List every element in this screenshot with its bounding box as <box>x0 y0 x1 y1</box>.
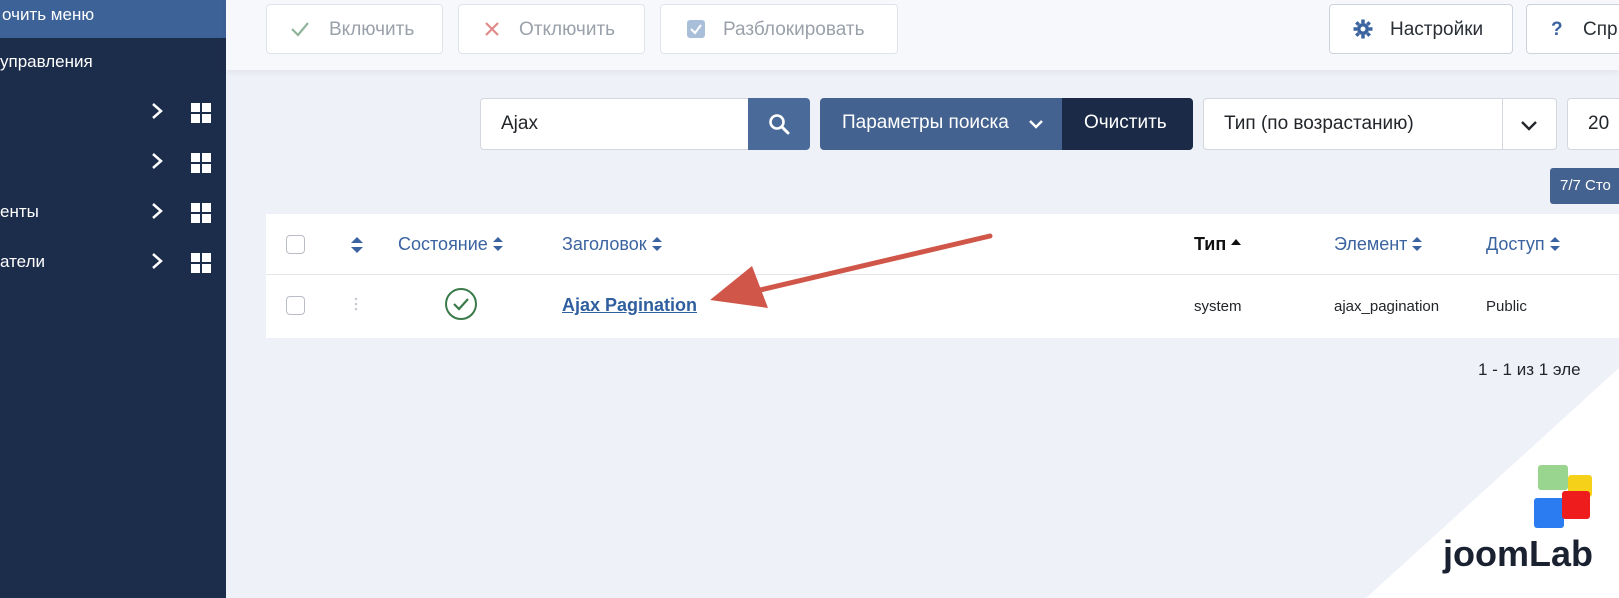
help-label: Спр <box>1583 19 1618 40</box>
dashboard-grid-icon[interactable] <box>191 153 211 173</box>
sidebar-toggle-label: очить меню <box>2 5 95 24</box>
list-limit-select[interactable]: 20 <box>1567 98 1619 150</box>
sidebar-item-label: управления <box>0 52 93 71</box>
sort-value: Тип (по возрастанию) <box>1224 113 1414 134</box>
column-header-element[interactable]: Элемент <box>1334 234 1423 255</box>
settings-label: Настройки <box>1390 19 1484 40</box>
logo-wordmark: joomLab <box>1443 533 1593 574</box>
search-options-label: Параметры поиска <box>842 112 1009 133</box>
search-input[interactable]: Ajax <box>480 98 748 150</box>
check-icon <box>291 22 309 37</box>
dashboard-grid-icon[interactable] <box>191 103 211 123</box>
dashboard-grid-icon[interactable] <box>191 253 211 273</box>
table-header-divider <box>266 274 1619 275</box>
unlock-button[interactable]: Разблокировать <box>660 4 898 54</box>
select-divider <box>1502 99 1503 149</box>
settings-button[interactable]: Настройки <box>1329 4 1513 54</box>
unlock-label: Разблокировать <box>723 19 865 40</box>
disable-label: Отключить <box>519 19 616 40</box>
sidebar: очить меню управления енты атели <box>0 0 226 598</box>
columns-count-label: 7/7 Сто <box>1560 177 1611 194</box>
sidebar-item-content[interactable] <box>0 92 226 132</box>
plugin-title-link[interactable]: Ajax Pagination <box>562 295 697 316</box>
close-icon <box>485 22 499 36</box>
clear-button[interactable]: Очистить <box>1062 98 1193 150</box>
plugin-access: Public <box>1486 298 1527 315</box>
gear-icon <box>1353 19 1373 39</box>
sidebar-item-menus[interactable] <box>0 142 226 182</box>
sidebar-item-control-panel[interactable]: управления <box>0 42 226 82</box>
pagination-counter: 1 - 1 из 1 эле <box>1478 360 1581 379</box>
checkbox-checked-icon <box>687 20 705 38</box>
disable-button[interactable]: Отключить <box>458 4 645 54</box>
sidebar-item-label: енты <box>0 202 39 221</box>
status-enabled-icon[interactable] <box>444 287 478 321</box>
column-header-title[interactable]: Заголовок <box>562 234 663 255</box>
sidebar-item-users[interactable]: атели <box>0 242 226 282</box>
column-header-access-label: Доступ <box>1486 234 1545 254</box>
chevron-right-icon[interactable] <box>150 101 164 121</box>
clear-label: Очистить <box>1084 112 1167 133</box>
chevron-down-icon <box>1029 120 1043 129</box>
plugins-table: Состояние Заголовок Тип Элемент Доступ A… <box>266 214 1619 338</box>
plugin-type: system <box>1194 298 1242 315</box>
sidebar-item-label: атели <box>0 252 45 271</box>
sort-select[interactable]: Тип (по возрастанию) <box>1203 98 1557 150</box>
sort-icon <box>492 237 503 251</box>
help-icon: ? <box>1551 19 1563 40</box>
column-header-type-label: Тип <box>1194 234 1227 254</box>
sidebar-item-components[interactable]: енты <box>0 192 226 232</box>
search-icon <box>769 114 790 135</box>
chevron-right-icon[interactable] <box>150 251 164 271</box>
columns-toggle-button[interactable]: 7/7 Сто <box>1550 168 1619 204</box>
search-options-button[interactable]: Параметры поиска <box>820 98 1062 150</box>
search-button[interactable] <box>748 98 810 150</box>
enable-button[interactable]: Включить <box>266 4 443 54</box>
sort-icon <box>1412 237 1423 251</box>
sort-icon <box>651 237 662 251</box>
ordering-sort-icon[interactable] <box>350 236 364 254</box>
chevron-right-icon[interactable] <box>150 201 164 221</box>
list-limit-value: 20 <box>1588 113 1610 134</box>
dashboard-grid-icon[interactable] <box>191 203 211 223</box>
column-header-title-label: Заголовок <box>562 234 647 254</box>
row-checkbox[interactable] <box>286 296 305 315</box>
sort-icon <box>1549 237 1560 251</box>
column-header-status[interactable]: Состояние <box>398 234 504 255</box>
column-header-access[interactable]: Доступ <box>1486 234 1561 255</box>
logo-icon <box>1534 465 1594 530</box>
help-button[interactable]: ? Спр <box>1526 4 1619 54</box>
plugin-element: ajax_pagination <box>1334 298 1440 315</box>
chevron-down-icon <box>1521 121 1537 131</box>
sidebar-toggle-menu[interactable]: очить меню <box>0 0 226 38</box>
select-all-checkbox[interactable] <box>286 235 305 254</box>
chevron-right-icon[interactable] <box>150 151 164 171</box>
drag-handle-icon[interactable] <box>352 296 360 316</box>
column-header-element-label: Элемент <box>1334 234 1408 254</box>
sort-asc-icon <box>1231 239 1242 245</box>
column-header-type[interactable]: Тип <box>1194 234 1242 255</box>
column-header-status-label: Состояние <box>398 234 488 254</box>
enable-label: Включить <box>329 19 415 40</box>
